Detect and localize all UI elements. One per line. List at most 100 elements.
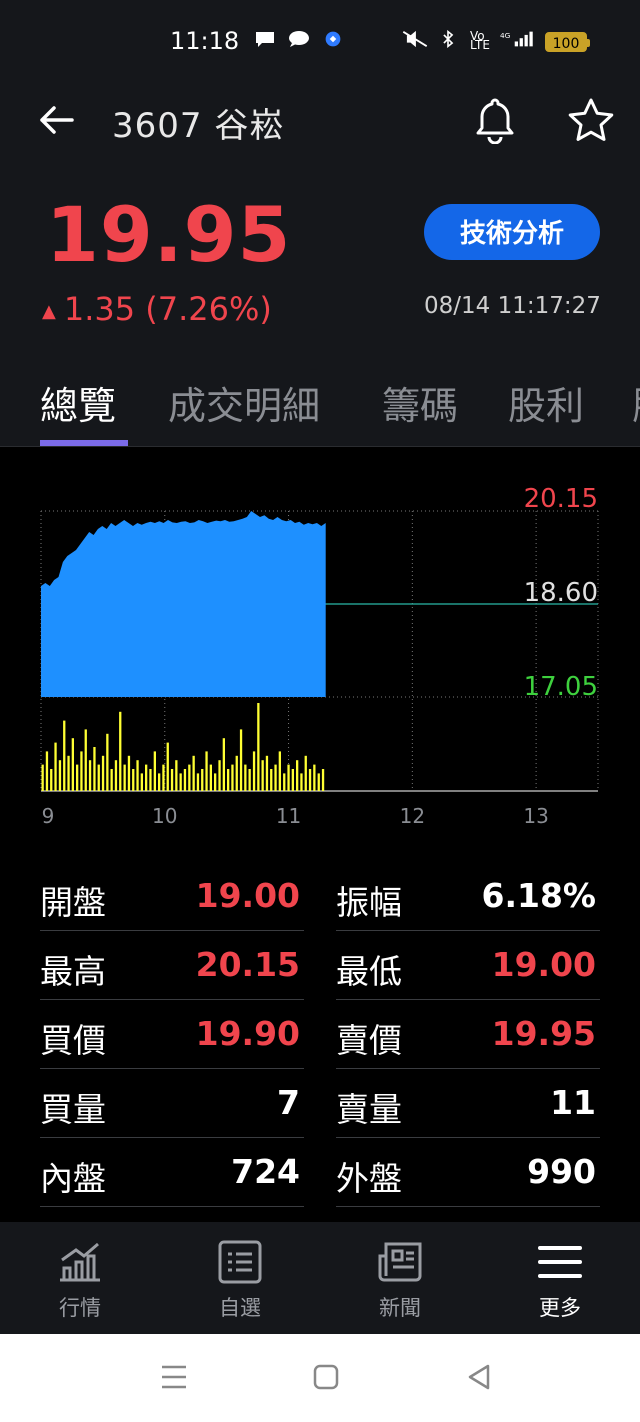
nav-market[interactable]: 行情 — [0, 1222, 160, 1334]
volume-bar — [214, 773, 217, 791]
stat-row: 賣量 11 — [336, 1069, 600, 1138]
stat-row: 最高 20.15 — [40, 931, 304, 1000]
technical-analysis-button[interactable]: 技術分析 — [424, 204, 600, 260]
stat-row: 內盤 724 — [40, 1138, 304, 1207]
stat-value: 6.18% — [481, 876, 597, 915]
volume-bar — [88, 760, 92, 791]
tab-dividend[interactable]: 股利 — [508, 375, 584, 430]
tab-overview[interactable]: 總覽 — [40, 375, 116, 430]
volume-bar — [179, 773, 182, 791]
stat-label: 外盤 — [336, 1159, 402, 1198]
battery-icon: 100 — [545, 32, 590, 52]
signal-icon: 4G — [500, 31, 533, 47]
volume-bar — [80, 751, 83, 791]
volume-bar — [308, 769, 312, 791]
recent-apps-icon[interactable] — [160, 1364, 188, 1390]
volume-bar — [283, 773, 286, 791]
stat-row: 買價 19.90 — [40, 1000, 304, 1069]
volume-bar — [54, 742, 57, 791]
volte-icon: Vo LTE — [470, 29, 490, 52]
stat-row: 外盤 990 — [336, 1138, 600, 1207]
volume-bar — [166, 742, 169, 791]
price-area-fill — [41, 511, 326, 697]
volume-bar — [192, 755, 195, 791]
stat-value: 7 — [277, 1083, 300, 1122]
menu-icon — [538, 1246, 582, 1278]
svg-text:4G: 4G — [500, 31, 511, 40]
price-change: ▲ 1.35 (7.26%) — [42, 290, 272, 328]
stat-label: 最低 — [336, 952, 402, 991]
volume-bar — [71, 738, 74, 791]
volume-bar — [270, 769, 273, 791]
volume-bar — [132, 769, 135, 791]
volume-bar — [84, 729, 87, 791]
volume-bar — [287, 764, 290, 791]
volume-bar — [101, 755, 105, 791]
volume-bar — [97, 764, 100, 791]
stat-value: 724 — [231, 1152, 300, 1191]
news-icon — [378, 1242, 422, 1282]
chat-bubble-icon — [289, 31, 309, 47]
bell-icon[interactable] — [472, 96, 518, 144]
volume-bar — [58, 760, 62, 791]
volume-bar — [63, 720, 66, 791]
y-label-high: 20.15 — [524, 484, 598, 514]
tab-trade-details[interactable]: 成交明細 — [168, 375, 320, 430]
nav-market-label: 行情 — [59, 1296, 101, 1320]
x-tick-label: 9 — [42, 804, 55, 828]
star-icon[interactable] — [566, 96, 616, 144]
volume-bar — [170, 769, 174, 791]
up-triangle-icon: ▲ — [42, 300, 56, 322]
volume-bar — [93, 747, 96, 791]
app-logo-icon — [325, 31, 341, 47]
stat-label: 內盤 — [40, 1159, 106, 1198]
list-icon — [218, 1240, 262, 1284]
nav-more[interactable]: 更多 — [480, 1222, 640, 1334]
volume-bar — [119, 711, 122, 791]
volume-bar — [140, 773, 143, 791]
nav-watchlist[interactable]: 自選 — [160, 1222, 320, 1334]
stat-label: 最高 — [40, 952, 106, 991]
intraday-chart[interactable]: 20.15 18.60 17.05 9 10 11 12 13 — [0, 447, 640, 837]
x-tick-label: 10 — [152, 804, 177, 828]
volume-bar — [235, 755, 238, 791]
chart-icon — [60, 1242, 100, 1282]
volume-bar — [248, 769, 251, 791]
volume-bar — [127, 755, 131, 791]
nav-watchlist-label: 自選 — [219, 1296, 261, 1320]
x-tick-label: 13 — [523, 804, 548, 828]
x-tick-label: 12 — [400, 804, 425, 828]
volume-bar — [162, 764, 165, 791]
nav-news[interactable]: 新聞 — [320, 1222, 480, 1334]
stat-divider — [40, 1206, 304, 1207]
tab-chips[interactable]: 籌碼 — [382, 375, 458, 430]
volume-bar — [304, 755, 307, 791]
volume-bar — [67, 755, 70, 791]
stock-title: 3607 谷崧 — [112, 106, 285, 146]
stat-label: 賣量 — [336, 1090, 402, 1129]
nav-more-label: 更多 — [539, 1296, 581, 1320]
volume-bar — [149, 769, 152, 791]
stat-row: 買量 7 — [40, 1069, 304, 1138]
bluetooth-icon — [443, 30, 454, 48]
volume-bar — [321, 769, 325, 791]
home-icon[interactable] — [313, 1364, 339, 1390]
volume-bar — [123, 764, 126, 791]
volume-bar — [153, 751, 156, 791]
stat-value: 11 — [550, 1083, 596, 1122]
volume-bar — [76, 764, 79, 791]
volume-bar — [296, 760, 299, 791]
volume-bar — [188, 764, 191, 791]
back-arrow-icon[interactable] — [36, 100, 76, 140]
volume-bar — [265, 755, 269, 791]
tab-more-partial[interactable]: 股 — [632, 375, 640, 430]
stat-row: 振幅 6.18% — [336, 862, 600, 931]
volume-bar — [239, 729, 243, 791]
back-nav-icon[interactable] — [466, 1364, 492, 1390]
price-change-value: 1.35 (7.26%) — [63, 290, 272, 328]
stat-row: 開盤 19.00 — [40, 862, 304, 931]
volume-bar — [209, 764, 212, 791]
volume-bar — [45, 751, 49, 791]
message-icon — [256, 32, 274, 47]
x-axis-ticks: 9 10 11 12 13 — [42, 804, 549, 828]
